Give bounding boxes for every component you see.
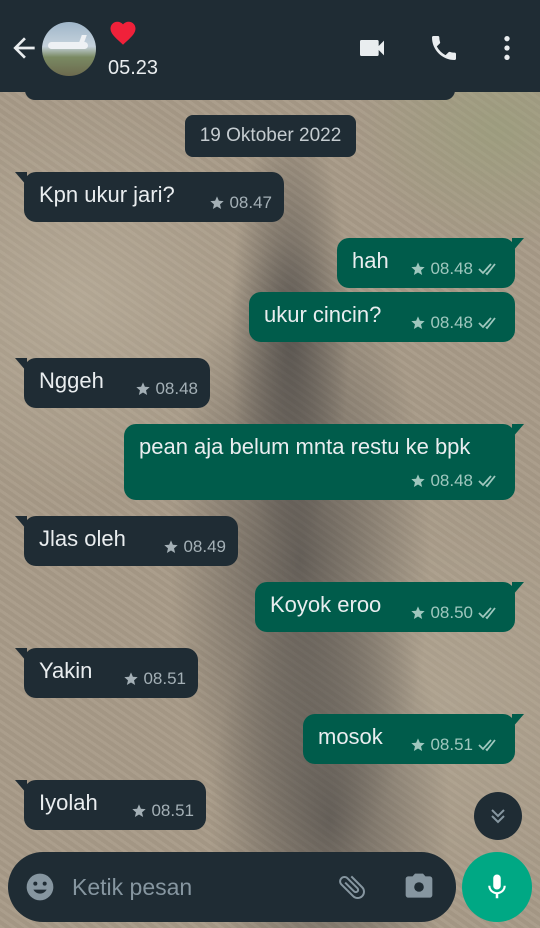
message-meta: 08.51 (123, 669, 186, 689)
date-chip: 19 Oktober 2022 (185, 115, 356, 157)
message-time: 08.51 (143, 669, 186, 688)
microphone-icon (488, 874, 506, 899)
star-icon (411, 316, 426, 329)
emoji-icon[interactable] (24, 871, 56, 903)
message-incoming[interactable]: Kpn ukur jari? 08.47 (15, 172, 284, 222)
star-icon (136, 382, 151, 395)
message-meta: 08.49 (163, 537, 226, 557)
message-text: Nggeh (39, 368, 104, 393)
message-text: Jlas oleh (39, 526, 126, 551)
message-text: mosok (318, 724, 383, 749)
voice-call-icon[interactable] (428, 32, 460, 64)
message-meta: 08.47 (209, 193, 272, 213)
message-text: Iyolah (39, 790, 98, 815)
scroll-to-bottom-button[interactable] (474, 792, 522, 840)
message-incoming[interactable]: Nggeh 08.48 (15, 358, 210, 408)
microphone-button[interactable] (462, 852, 532, 922)
message-time: 08.48 (430, 259, 473, 278)
message-outgoing[interactable]: Koyok eroo 08.50 (255, 582, 524, 632)
message-input[interactable] (72, 868, 322, 906)
message-time: 08.48 (430, 471, 473, 490)
avatar[interactable] (42, 22, 96, 76)
video-call-icon[interactable] (356, 32, 388, 64)
message-outgoing[interactable]: ukur cincin? 08.48 (249, 292, 515, 342)
message-meta: 08.48 (410, 259, 503, 279)
message-outgoing[interactable]: hah 08.48 (337, 238, 524, 288)
message-time: 08.51 (430, 735, 473, 754)
message-meta: 08.51 (410, 735, 503, 755)
star-icon (411, 474, 426, 487)
message-incoming[interactable]: Yakin 08.51 (15, 648, 198, 698)
star-icon (210, 196, 225, 209)
message-bubble-partial[interactable] (25, 92, 455, 100)
message-time: 08.50 (430, 603, 473, 622)
double-check-icon (478, 475, 496, 488)
message-outgoing[interactable]: mosok 08.51 (303, 714, 524, 764)
star-icon (124, 672, 139, 685)
star-icon (132, 804, 147, 817)
message-time: 08.51 (151, 801, 194, 820)
double-check-icon (478, 739, 496, 752)
message-outgoing[interactable]: pean aja belum mnta restu ke bpk 08.48 (124, 424, 524, 500)
message-meta: 08.48 (410, 471, 503, 491)
message-time: 08.48 (155, 379, 198, 398)
message-list[interactable]: 19 Oktober 2022 Kpn ukur jari? 08.47 hah… (0, 92, 540, 852)
chat-header: 05.23 (0, 0, 540, 92)
message-time: 08.48 (430, 313, 473, 332)
star-icon (164, 540, 179, 553)
message-text: hah (352, 248, 389, 273)
camera-icon[interactable] (403, 871, 435, 903)
message-incoming[interactable]: Iyolah 08.51 (15, 780, 206, 830)
message-meta: 08.51 (131, 801, 194, 821)
double-check-icon (478, 317, 496, 330)
message-text: Yakin (39, 658, 93, 683)
message-text: ukur cincin? (264, 302, 382, 327)
contact-status[interactable]: 05.23 (108, 57, 158, 80)
message-time: 08.49 (183, 537, 226, 556)
message-text: Koyok eroo (270, 592, 382, 617)
double-check-icon (478, 263, 496, 276)
message-time: 08.47 (229, 193, 272, 212)
star-icon (411, 738, 426, 751)
star-icon (411, 262, 426, 275)
heart-emoji[interactable] (108, 18, 138, 48)
message-meta: 08.48 (410, 313, 503, 333)
message-text: pean aja belum mnta restu ke bpk (139, 434, 471, 459)
message-meta: 08.48 (135, 379, 198, 399)
double-check-icon (478, 607, 496, 620)
message-incoming[interactable]: Jlas oleh 08.49 (15, 516, 238, 566)
paperclip-icon[interactable] (336, 871, 368, 903)
more-vert-icon[interactable] (491, 32, 523, 64)
double-chevron-down-icon (491, 809, 505, 824)
message-text: Kpn ukur jari? (39, 182, 175, 207)
message-meta: 08.50 (410, 603, 503, 623)
star-icon (411, 606, 426, 619)
arrow-left-icon[interactable] (8, 32, 40, 64)
message-composer (8, 852, 456, 922)
